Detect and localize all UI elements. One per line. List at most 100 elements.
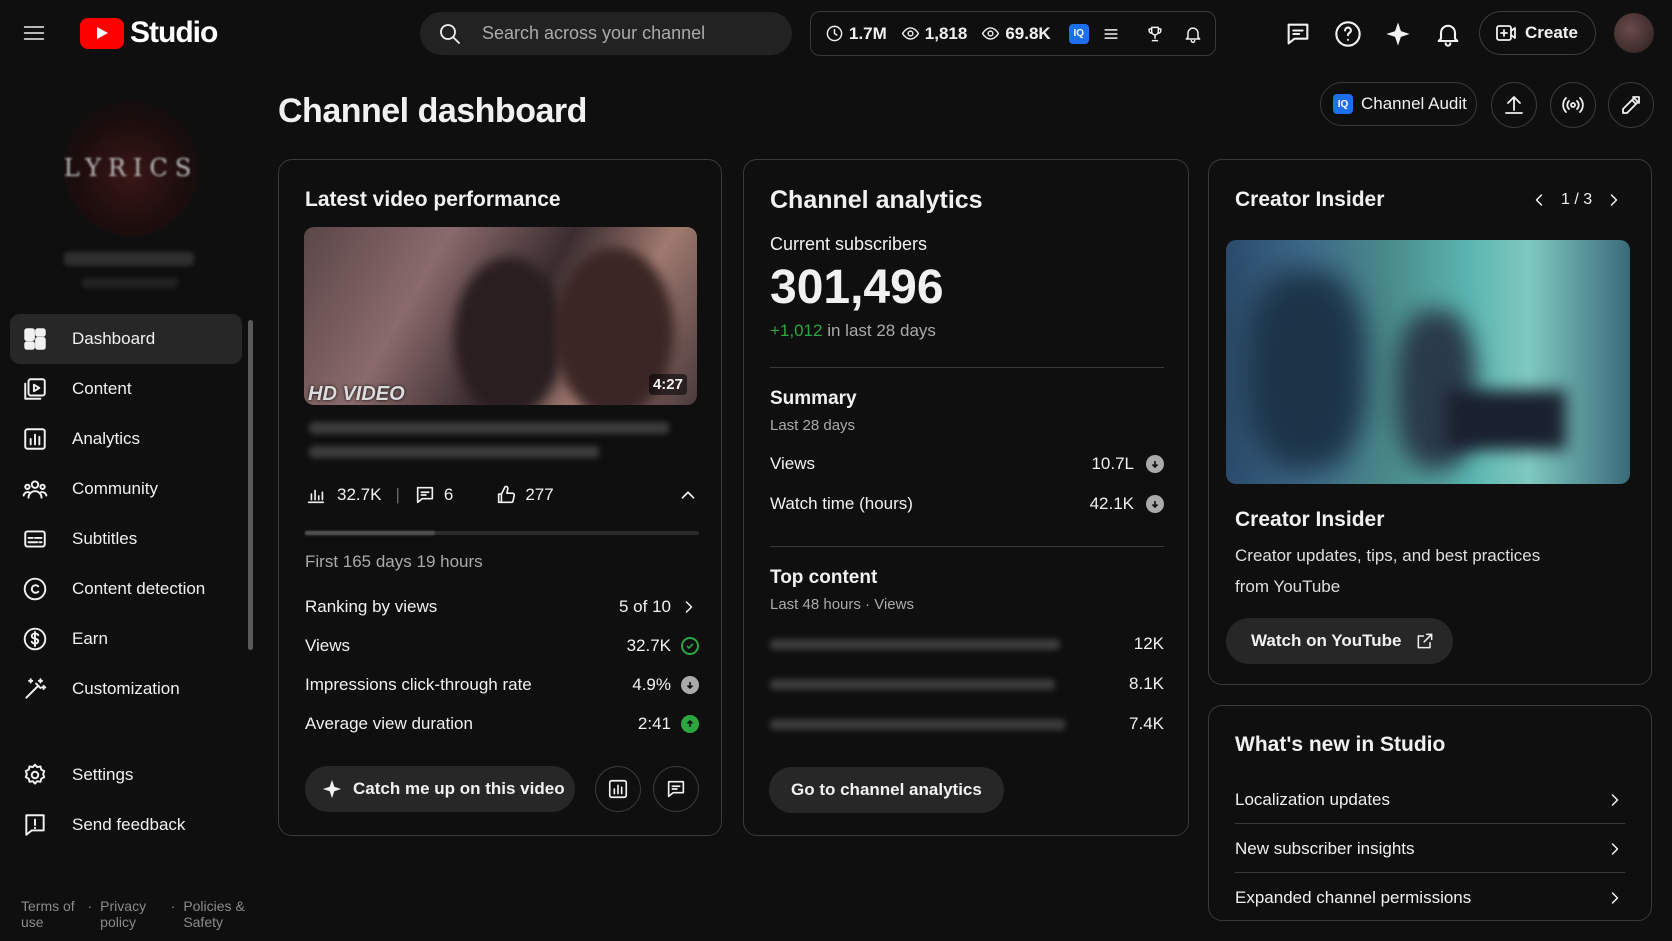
catch-me-up-label: Catch me up on this video xyxy=(353,779,565,798)
footer-separator: · xyxy=(87,898,93,914)
policies-link[interactable]: Policies & Safety xyxy=(183,898,260,930)
go-live-button[interactable] xyxy=(1550,82,1596,128)
catch-me-up-button[interactable]: Catch me up on this video xyxy=(305,766,575,812)
channel-avatar-text: LYRICS xyxy=(63,154,199,182)
sidebar-nav: Dashboard Content Analytics Community Su… xyxy=(10,314,242,714)
whats-new-title: What's new in Studio xyxy=(1235,733,1446,756)
whats-new-item[interactable]: Localization updates xyxy=(1235,776,1625,824)
analytics-icon xyxy=(608,779,628,799)
top-content-row[interactable]: 8.1K xyxy=(770,674,1164,694)
chevron-right-icon xyxy=(1611,842,1619,855)
sidebar-item-label: Send feedback xyxy=(72,815,186,834)
summary-watch-value: 42.1K xyxy=(1089,494,1134,513)
chevron-left-icon[interactable] xyxy=(1529,190,1549,210)
studio-logo[interactable]: Studio xyxy=(80,16,218,50)
sidebar-item-content-detection[interactable]: Content detection xyxy=(10,564,242,614)
sidebar-item-send-feedback[interactable]: Send feedback xyxy=(10,800,242,850)
analytics-icon xyxy=(24,428,46,450)
list-icon[interactable] xyxy=(1101,24,1121,44)
upload-button[interactable] xyxy=(1491,82,1537,128)
create-post-button[interactable] xyxy=(1608,82,1654,128)
vidiq-icon[interactable]: IQ xyxy=(1068,23,1089,44)
progress-bar xyxy=(305,531,699,535)
go-to-analytics-button[interactable]: Go to channel analytics xyxy=(769,767,1004,813)
subscribers-value: 301,496 xyxy=(770,261,944,314)
top-bar: Studio Search across your channel 1.7M 1… xyxy=(0,0,1672,66)
notifications-icon[interactable] xyxy=(1434,20,1462,48)
video-comments: 6 xyxy=(443,485,454,504)
go-to-analytics-label: Go to channel analytics xyxy=(791,780,982,799)
summary-watch-group: 42.1K xyxy=(1090,494,1164,514)
summary-title: Summary xyxy=(770,388,857,409)
top-content-period: Last 48 hours · Views xyxy=(770,596,914,613)
ranking-row[interactable]: Ranking by views 5 of 10 xyxy=(305,597,699,617)
footer-separator: · xyxy=(170,898,176,914)
top-content-title: Top content xyxy=(770,567,878,588)
whats-new-item[interactable]: New subscriber insights xyxy=(1235,825,1625,873)
chevron-right-icon xyxy=(1611,793,1619,806)
ctr-value: 4.9% xyxy=(632,675,671,694)
sidebar-bottom-nav: Settings Send feedback xyxy=(10,750,242,850)
watch-on-youtube-label: Watch on YouTube xyxy=(1251,631,1402,650)
search-box[interactable]: Search across your channel xyxy=(420,12,792,55)
top-content-row[interactable]: 12K xyxy=(770,634,1164,654)
chevron-right-icon[interactable] xyxy=(1604,190,1624,210)
sidebar-item-earn[interactable]: Earn xyxy=(10,614,242,664)
chevron-up-icon[interactable] xyxy=(677,484,699,506)
sidebar-item-label: Analytics xyxy=(72,429,141,448)
stat-watch-time: 1.7M xyxy=(825,24,887,44)
sparkle-icon[interactable] xyxy=(1384,20,1412,48)
sidebar-item-subtitles[interactable]: Subtitles xyxy=(10,514,242,564)
check-circle-icon xyxy=(681,637,699,655)
sparkle-icon xyxy=(322,779,342,799)
channel-avatar[interactable]: LYRICS xyxy=(63,100,199,236)
top-content-views: 8.1K xyxy=(1129,674,1164,693)
summary-period: Last 28 days xyxy=(770,417,856,434)
video-thumbnail[interactable]: HD VIDEO 4:27 xyxy=(304,227,697,405)
stat-views-realtime: 1,818 xyxy=(901,24,967,44)
ranking-value-group: 5 of 10 xyxy=(619,597,699,617)
help-icon[interactable] xyxy=(1334,20,1362,48)
channel-handle-blurred xyxy=(82,278,178,288)
comment-icon xyxy=(416,486,434,504)
hamburger-menu-icon[interactable] xyxy=(22,21,50,47)
bell-small-icon[interactable] xyxy=(1183,24,1203,44)
bar-chart-icon xyxy=(307,489,325,504)
terms-link[interactable]: Terms of use xyxy=(21,898,80,930)
creator-insider-video-title: Creator Insider xyxy=(1235,508,1385,531)
sidebar-scrollbar[interactable] xyxy=(248,320,253,650)
creator-insider-thumbnail[interactable] xyxy=(1226,240,1630,484)
thumbs-up-icon xyxy=(498,485,516,504)
video-comments-button[interactable] xyxy=(653,766,699,812)
edit-icon xyxy=(1622,96,1640,114)
video-analytics-button[interactable] xyxy=(595,766,641,812)
subscribers-change-suffix: in last 28 days xyxy=(827,321,936,340)
sidebar-item-settings[interactable]: Settings xyxy=(10,750,242,800)
sidebar-item-label: Subtitles xyxy=(72,529,138,548)
arrow-down-circle-icon xyxy=(1146,495,1164,513)
feedback-icon xyxy=(25,814,45,836)
trophy-icon[interactable] xyxy=(1145,24,1165,44)
avd-value: 2:41 xyxy=(637,714,671,733)
ctr-value-group: 4.9% xyxy=(632,675,699,695)
privacy-link[interactable]: Privacy policy xyxy=(100,898,162,930)
sidebar-item-customization[interactable]: Customization xyxy=(10,664,242,714)
sidebar-item-community[interactable]: Community xyxy=(10,464,242,514)
youtube-play-icon xyxy=(80,17,124,49)
messages-icon[interactable] xyxy=(1284,20,1312,48)
sidebar-item-content[interactable]: Content xyxy=(10,364,242,414)
eye-icon xyxy=(982,27,1000,40)
sidebar-item-dashboard[interactable]: Dashboard xyxy=(10,314,242,364)
sidebar-item-analytics[interactable]: Analytics xyxy=(10,414,242,464)
create-button[interactable]: Create xyxy=(1479,11,1596,55)
top-content-title-blurred xyxy=(770,678,1055,690)
eye-icon xyxy=(901,27,919,40)
arrow-down-circle-icon xyxy=(681,676,699,694)
top-content-row[interactable]: 7.4K xyxy=(770,714,1164,734)
whats-new-item[interactable]: Expanded channel permissions xyxy=(1235,874,1625,922)
account-avatar[interactable] xyxy=(1614,13,1654,53)
video-quick-stats: 32.7K | 6 277 xyxy=(305,484,699,506)
channel-audit-button[interactable]: IQ Channel Audit xyxy=(1320,82,1477,126)
avd-label: Average view duration xyxy=(305,714,473,733)
watch-on-youtube-button[interactable]: Watch on YouTube xyxy=(1226,618,1454,664)
